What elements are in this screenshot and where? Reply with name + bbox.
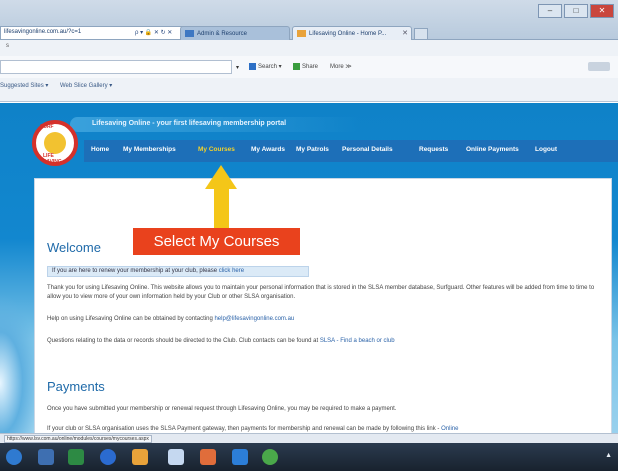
- arrow-up-icon: [205, 165, 237, 189]
- tab-lifesaving-online[interactable]: Lifesaving Online - Home P... ✕: [292, 26, 412, 40]
- renew-link[interactable]: click here: [219, 268, 244, 274]
- favorite-suggested-sites[interactable]: Suggested Sites ▾: [0, 82, 48, 89]
- new-tab-button[interactable]: [414, 28, 428, 40]
- nav-personal-details[interactable]: Personal Details: [342, 146, 393, 153]
- favorites-bar: Suggested Sites ▾ Web Slice Gallery ▾: [0, 78, 618, 94]
- powerpoint-icon[interactable]: [200, 449, 216, 465]
- browser-tab-bar: lifesavingonline.com.au/?c=1 ρ ▾ 🔒 ✕ ↻ ✕…: [0, 0, 618, 40]
- tray-expand-icon[interactable]: ▲: [605, 452, 612, 459]
- annotation-callout: Select My Courses: [133, 228, 300, 255]
- find-club-link[interactable]: SLSA - Find a beach or club: [320, 338, 395, 344]
- site-tagline: Lifesaving Online - your first lifesavin…: [92, 120, 287, 127]
- page-icon: [185, 30, 194, 37]
- close-window-button[interactable]: ✕: [590, 4, 614, 18]
- favorite-web-slice-gallery[interactable]: Web Slice Gallery ▾: [60, 82, 112, 89]
- annotation-arrow-shaft: [214, 188, 229, 228]
- nav-my-awards[interactable]: My Awards: [251, 146, 285, 153]
- help-email-link[interactable]: help@lifesavingonline.com.au: [214, 316, 294, 322]
- search-button[interactable]: Search ▾: [249, 63, 282, 70]
- payments-heading: Payments: [47, 379, 105, 394]
- internet-explorer-icon[interactable]: [100, 449, 116, 465]
- status-bar: https://www.lsv.com.au/online/modules/co…: [0, 433, 618, 443]
- address-bar-buttons[interactable]: ρ ▾ 🔒 ✕ ↻ ✕: [135, 29, 172, 36]
- nav-my-courses[interactable]: My Courses: [198, 146, 235, 153]
- search-icon: [249, 63, 256, 70]
- nav-home[interactable]: Home: [91, 146, 109, 153]
- welcome-heading: Welcome: [47, 240, 101, 255]
- logo-emblem-icon: [44, 132, 66, 154]
- nav-my-memberships[interactable]: My Memberships: [123, 146, 176, 153]
- share-button[interactable]: Share: [293, 63, 318, 70]
- menu-bar[interactable]: s: [6, 43, 9, 49]
- logo-text-top: SURF: [40, 124, 54, 130]
- nav-logout[interactable]: Logout: [535, 146, 557, 153]
- web-page: Lifesaving Online - your first lifesavin…: [0, 103, 618, 443]
- nav-online-payments[interactable]: Online Payments: [466, 146, 519, 153]
- status-url: https://www.lsv.com.au/online/modules/co…: [4, 435, 152, 443]
- address-text: lifesavingonline.com.au/?c=1: [4, 29, 82, 35]
- content-panel: Welcome If you are here to renew your me…: [34, 178, 612, 443]
- site-nav: Home My Memberships My Courses My Awards…: [84, 140, 618, 162]
- surf-life-saving-logo[interactable]: SURF LIFE SAVING: [32, 120, 78, 166]
- chrome-icon[interactable]: [262, 449, 278, 465]
- questions-paragraph: Questions relating to the data or record…: [47, 338, 395, 344]
- maximize-button[interactable]: □: [564, 4, 588, 18]
- excel-icon[interactable]: [68, 449, 84, 465]
- task-view-icon[interactable]: [38, 449, 54, 465]
- tab-admin-resource[interactable]: Admin & Resource: [180, 26, 290, 40]
- screenshot: lifesavingonline.com.au/?c=1 ρ ▾ 🔒 ✕ ↻ ✕…: [0, 0, 618, 471]
- toolbar-options-button[interactable]: [588, 62, 610, 71]
- tab-label: Lifesaving Online - Home P...: [309, 31, 387, 38]
- payments-paragraph: Once you have submitted your membership …: [47, 406, 397, 412]
- minimize-button[interactable]: –: [538, 4, 562, 18]
- logo-text-bottom: LIFE SAVING: [43, 153, 62, 165]
- renew-notice-text: If you are here to renew your membership…: [52, 268, 245, 274]
- nav-my-patrols[interactable]: My Patrols: [296, 146, 329, 153]
- window-controls: – □ ✕: [538, 4, 614, 18]
- tab-label: Admin & Resource: [197, 31, 248, 38]
- word-icon[interactable]: [168, 449, 184, 465]
- file-explorer-icon[interactable]: [132, 449, 148, 465]
- page-icon: [297, 30, 306, 37]
- more-button[interactable]: More ≫: [330, 63, 352, 70]
- share-icon: [293, 63, 300, 70]
- help-paragraph: Help on using Lifesaving Online can be o…: [47, 316, 295, 322]
- nav-requests[interactable]: Requests: [419, 146, 448, 153]
- command-bar: ▾ Search ▾ Share More ≫: [0, 56, 618, 78]
- skype-icon[interactable]: [232, 449, 248, 465]
- browser-toolbar: s ▾ Search ▾ Share More ≫ Suggested Site…: [0, 40, 618, 102]
- online-payments-link[interactable]: Online: [441, 426, 458, 432]
- search-input[interactable]: [0, 60, 232, 74]
- chevron-down-icon[interactable]: ▾: [236, 64, 239, 71]
- intro-paragraph: Thank you for using Lifesaving Online. T…: [47, 285, 595, 300]
- windows-taskbar: ▲: [0, 443, 618, 471]
- close-tab-icon[interactable]: ✕: [402, 29, 408, 37]
- start-button-icon[interactable]: [6, 449, 22, 465]
